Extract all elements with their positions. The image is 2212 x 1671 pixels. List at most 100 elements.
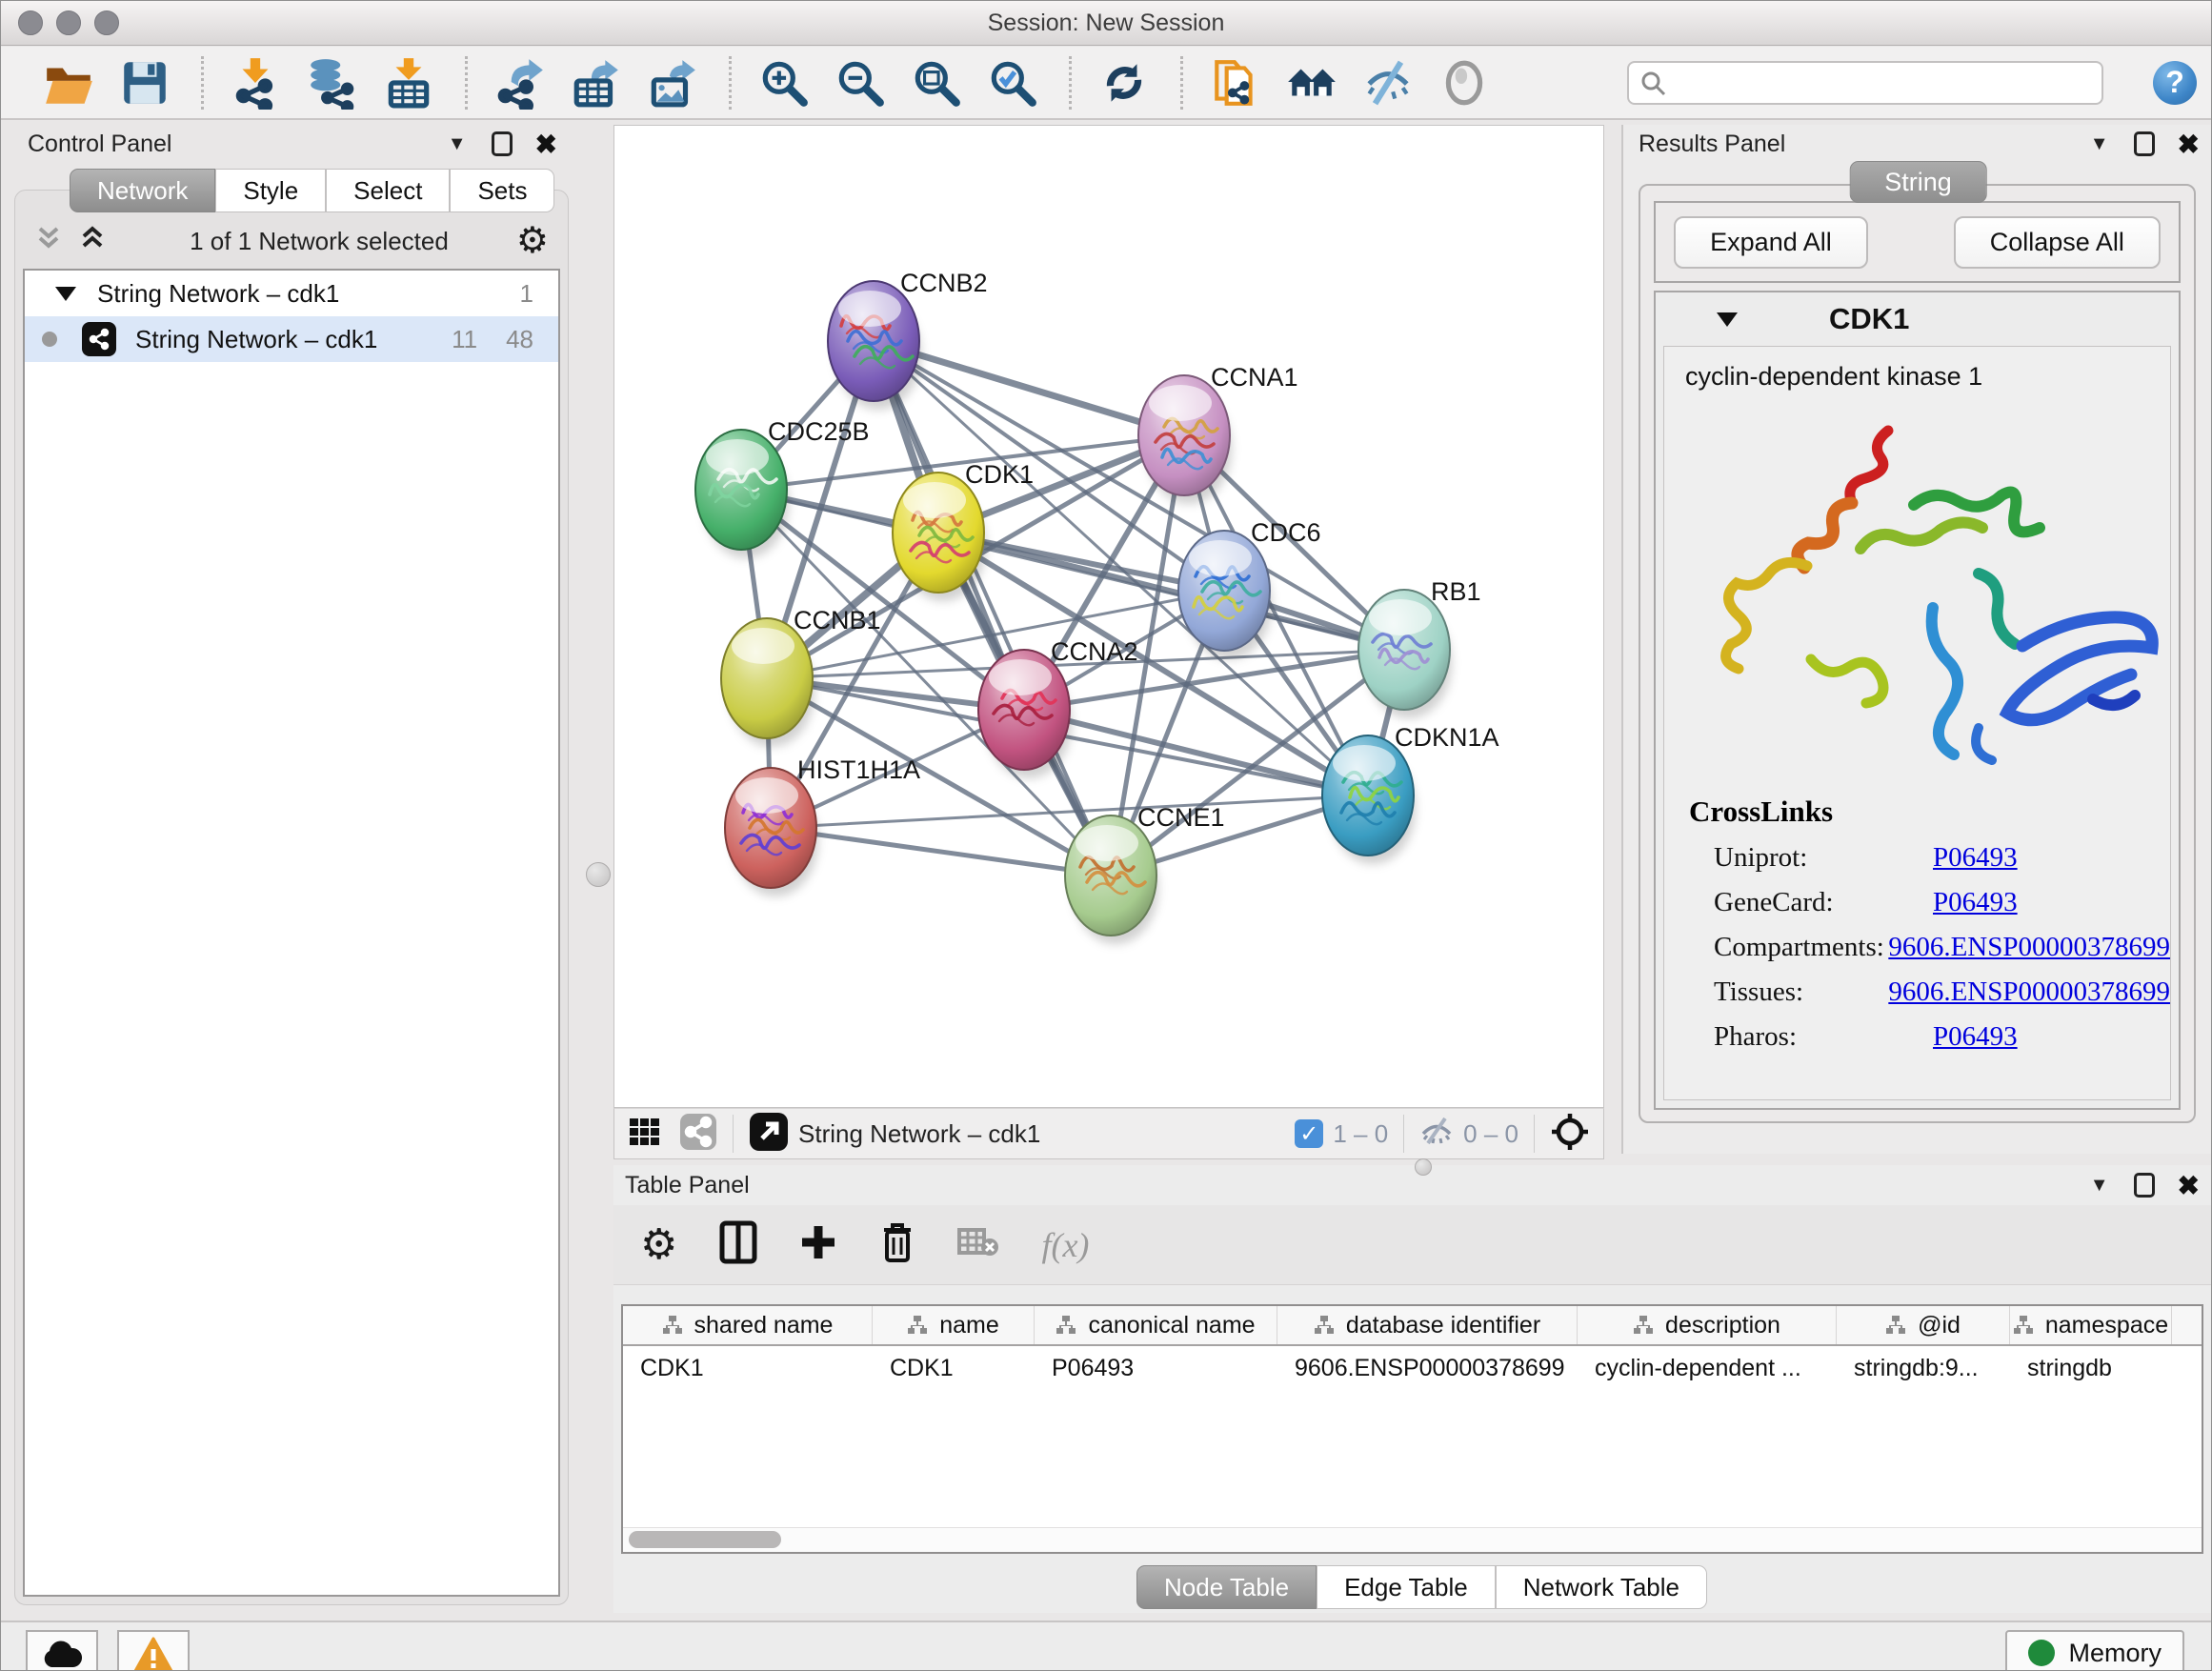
node-ccne1[interactable]: CCNE1 [1065,803,1225,944]
warning-icon [133,1637,173,1671]
results-panel-close-icon[interactable]: ✖ [2178,129,2200,160]
table-cell[interactable]: CDK1 [873,1355,1035,1382]
tab-select[interactable]: Select [326,169,450,212]
open-in-new-icon[interactable] [749,1112,789,1157]
export-table-icon[interactable] [569,55,624,111]
column-header-description[interactable]: description [1578,1306,1837,1344]
zoom-in-icon[interactable] [756,55,812,111]
hidden-eye-slash-icon[interactable] [1419,1117,1454,1152]
bottom-splitter-handle[interactable] [1415,1158,1432,1176]
column-header-canonical-name[interactable]: canonical name [1035,1306,1277,1344]
string-home-icon[interactable] [1284,55,1339,111]
table-horizontal-scrollbar[interactable] [623,1527,2202,1552]
show-all-eye-icon[interactable] [1437,55,1492,111]
delete-column-trash-icon[interactable] [879,1220,915,1269]
tab-sets[interactable]: Sets [450,169,554,212]
network-canvas[interactable]: CCNB2CCNA1CDC25BCDK1CDC6RB1CCNB1CCNA2CDK… [613,125,1604,1108]
zoom-selected-icon[interactable] [985,55,1040,111]
birds-eye-grid-icon[interactable] [628,1115,662,1154]
table-cell[interactable]: 9606.ENSP00000378699 [1277,1355,1578,1382]
delete-table-icon[interactable] [957,1226,999,1263]
table-panel-menu-icon[interactable]: ▼ [2090,1175,2109,1197]
crosslink-label: Uniprot: [1714,842,1933,874]
collapse-triangle-icon[interactable] [55,287,76,301]
network-row-selected[interactable]: String Network – cdk1 11 48 [25,316,558,362]
import-database-icon[interactable] [305,55,360,111]
node-ccna1[interactable]: CCNA1 [1138,363,1298,504]
search-input[interactable] [1627,61,2103,105]
zoom-fit-icon[interactable] [909,55,964,111]
table-cell[interactable]: stringdb:9... [1837,1355,2010,1382]
refresh-icon[interactable] [1096,55,1152,111]
table-cell[interactable]: cyclin-dependent ... [1578,1355,1837,1382]
table-panel-close-icon[interactable]: ✖ [2178,1170,2200,1201]
node-cdkn1a[interactable]: CDKN1A [1322,723,1499,864]
edge-ccnb2-ccne1[interactable] [874,341,1111,876]
network-collection-row[interactable]: String Network – cdk1 1 [25,271,558,316]
create-column-plus-icon[interactable] [799,1223,837,1266]
table-options-gear-icon[interactable]: ⚙ [640,1224,677,1266]
cloud-button[interactable] [26,1630,98,1671]
column-header-database-identifier[interactable]: database identifier [1277,1306,1578,1344]
tab-network[interactable]: Network [70,169,215,212]
import-network-icon[interactable] [229,55,284,111]
hide-selected-eye-icon[interactable] [1360,55,1416,111]
tab-style[interactable]: Style [215,169,326,212]
column-header-shared-name[interactable]: shared name [623,1306,873,1344]
expand-all-chevron-icon[interactable] [78,223,107,260]
table-cell[interactable]: stringdb [2010,1355,2172,1382]
node-rb1[interactable]: RB1 [1358,577,1481,718]
scrollbar-thumb[interactable] [629,1531,781,1548]
left-splitter-handle[interactable] [586,862,611,887]
network-share-icon[interactable] [679,1113,717,1156]
export-network-icon[interactable] [493,55,548,111]
column-header-name[interactable]: name [873,1306,1035,1344]
import-table-icon[interactable] [381,55,436,111]
node-details-header[interactable]: CDK1 [1656,292,2179,346]
protein-structure-image [1693,413,2198,785]
tab-node-table[interactable]: Node Table [1136,1565,1317,1609]
tab-string[interactable]: String [1849,161,1987,203]
share-document-icon[interactable] [1208,55,1263,111]
fit-selected-crosshair-icon[interactable] [1550,1112,1590,1157]
control-panel-close-icon[interactable]: ✖ [535,129,557,160]
function-builder-icon[interactable]: f(x) [1041,1225,1089,1265]
collapse-all-button[interactable]: Collapse All [1954,216,2161,269]
node-label: CCNA2 [1051,637,1138,666]
save-session-icon[interactable] [117,55,172,111]
help-icon[interactable]: ? [2153,61,2197,105]
node-label: RB1 [1431,577,1481,606]
control-panel-menu-icon[interactable]: ▼ [448,133,467,155]
expand-all-button[interactable]: Expand All [1674,216,1868,269]
zoom-out-icon[interactable] [833,55,888,111]
selected-checkbox-icon[interactable]: ✓ [1295,1119,1323,1148]
collapse-all-chevron-icon[interactable] [34,223,63,260]
crosslink-link[interactable]: 9606.ENSP00000378699 [1888,932,2170,963]
tab-network-table[interactable]: Network Table [1496,1565,1707,1609]
column-header-namespace[interactable]: namespace [2010,1306,2172,1344]
crosslink-link[interactable]: P06493 [1933,842,2018,874]
section-collapse-triangle-icon[interactable] [1717,312,1738,327]
node-cdc25b[interactable]: CDC25B [695,417,870,558]
table-row[interactable]: CDK1CDK1P064939606.ENSP00000378699cyclin… [623,1346,2202,1390]
results-panel-menu-icon[interactable]: ▼ [2090,133,2109,155]
memory-button[interactable]: Memory [2005,1630,2184,1671]
table-panel-float-icon[interactable] [2134,1173,2155,1198]
crosslink-link[interactable]: 9606.ENSP00000378699 [1888,976,2170,1008]
table-cell[interactable]: P06493 [1035,1355,1277,1382]
crosslink-link[interactable]: P06493 [1933,1021,2018,1053]
node-ccnb2[interactable]: CCNB2 [828,269,988,410]
open-session-icon[interactable] [41,55,96,111]
tab-edge-table[interactable]: Edge Table [1317,1565,1496,1609]
warnings-button[interactable] [117,1630,190,1671]
edge-hist1h1a-ccne1[interactable] [771,828,1111,876]
table-cell[interactable]: CDK1 [623,1355,873,1382]
show-columns-icon[interactable] [719,1220,757,1269]
column-header-id[interactable]: @id [1837,1306,2010,1344]
node-ccna2[interactable]: CCNA2 [978,637,1138,778]
control-panel-float-icon[interactable] [492,131,513,156]
export-image-icon[interactable] [645,55,700,111]
results-panel-float-icon[interactable] [2134,131,2155,156]
network-options-gear-icon[interactable]: ⚙ [516,223,549,259]
crosslink-link[interactable]: P06493 [1933,887,2018,918]
